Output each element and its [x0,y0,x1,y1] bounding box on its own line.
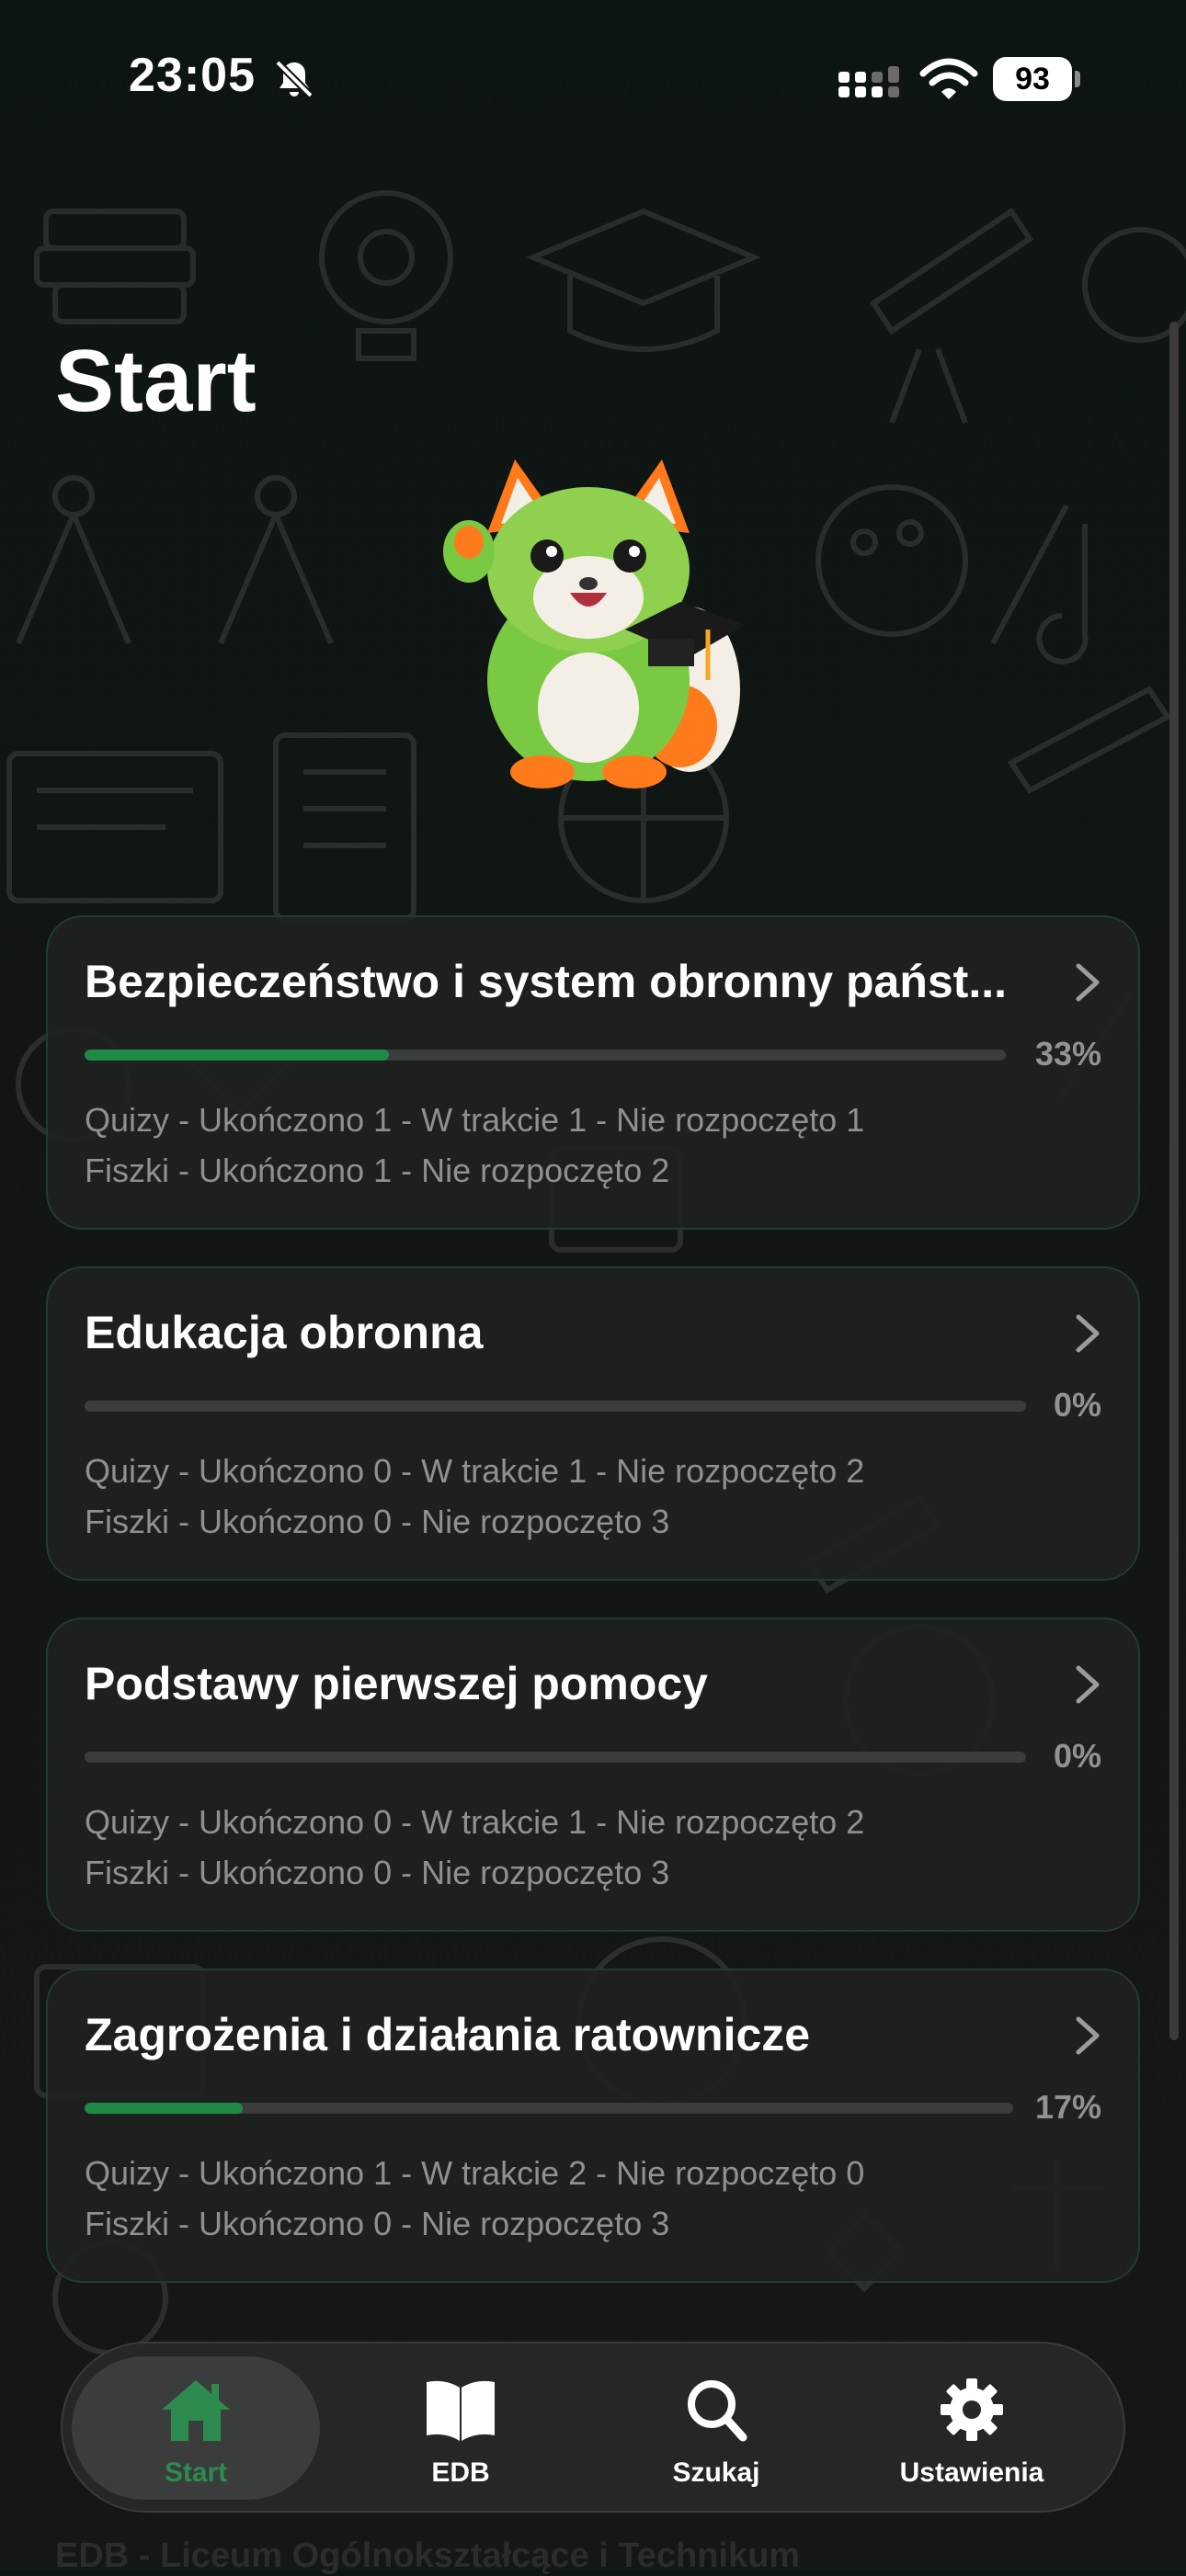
course-card[interactable]: Bezpieczeństwo i system obronny państ...… [46,915,1140,1230]
tab-ustawienia[interactable]: Ustawienia [848,2356,1096,2500]
tab-label: EDB [431,2457,490,2488]
progress-percent: 0% [1053,1737,1101,1775]
tab-szukaj[interactable]: Szukaj [592,2356,840,2500]
progress-bar [85,2103,1013,2114]
quiz-stats: Quizy - Ukończono 1 - W trakcie 1 - Nie … [85,1101,865,1139]
tab-label: Start [164,2457,228,2488]
status-time: 23:05 [129,49,256,102]
chevron-right-icon [1076,963,1100,1002]
progress-bar [85,1752,1026,1763]
quiz-stats: Quizy - Ukończono 1 - W trakcie 2 - Nie … [85,2154,865,2192]
tab-label: Ustawienia [899,2457,1044,2488]
progress-percent: 33% [1034,1035,1101,1072]
tab-start[interactable]: Start [72,2356,320,2500]
tab-label: Szukaj [672,2457,760,2488]
course-title: Zagrożenia i działania ratownicze [85,2009,811,2060]
flashcard-stats: Fiszki - Ukończono 0 - Nie rozpoczęto 3 [85,1854,670,1891]
chevron-right-icon [1076,1314,1100,1353]
progress-percent: 17% [1034,2088,1101,2126]
status-bar: 23:05 93 [0,0,1186,156]
battery-tip [1075,71,1080,87]
flashcard-stats: Fiszki - Ukończono 0 - Nie rozpoczęto 3 [85,2205,670,2242]
progress-fill [85,1050,389,1061]
course-title: Edukacja obronna [85,1307,484,1358]
course-title: Podstawy pierwszej pomocy [85,1658,708,1709]
quiz-stats: Quizy - Ukończono 0 - W trakcie 1 - Nie … [85,1803,865,1841]
battery-indicator: 93 [993,57,1081,101]
course-card[interactable]: Podstawy pierwszej pomocy 0% Quizy - Uko… [46,1617,1140,1932]
wifi-icon [919,58,978,99]
progress-bar [85,1401,1026,1412]
quiz-stats: Quizy - Ukończono 0 - W trakcie 1 - Nie … [85,1452,865,1490]
progress-bar [85,1050,1006,1061]
battery-level: 93 [993,57,1072,101]
scrollbar[interactable] [1169,322,1179,2040]
course-card[interactable]: Zagrożenia i działania ratownicze 17% Qu… [46,1969,1140,2283]
mascot-illustration [443,460,745,789]
footer-text: EDB - Liceum Ogólnokształcące i Techniku… [55,2536,801,2575]
chevron-right-icon [1076,1665,1100,1704]
course-card[interactable]: Edukacja obronna 0% Quizy - Ukończono 0 … [46,1266,1140,1581]
bell-slash-icon [275,60,314,98]
progress-fill [85,2103,243,2114]
gear-icon [941,2378,1003,2441]
progress-percent: 0% [1053,1386,1101,1424]
cellular-signal-icon [838,66,899,97]
search-icon [688,2380,747,2442]
flashcard-stats: Fiszki - Ukończono 1 - Nie rozpoczęto 2 [85,1152,670,1189]
chevron-right-icon [1076,2016,1100,2055]
home-icon [162,2380,230,2441]
flashcard-stats: Fiszki - Ukończono 0 - Nie rozpoczęto 3 [85,1503,670,1540]
course-title: Bezpieczeństwo i system obronny państ... [85,956,1008,1007]
bottom-tab-bar: Start EDB Szukaj Ustawienia [61,2342,1125,2513]
book-icon [427,2380,495,2441]
tab-edb[interactable]: EDB [336,2356,585,2500]
page-title: Start [55,332,257,430]
